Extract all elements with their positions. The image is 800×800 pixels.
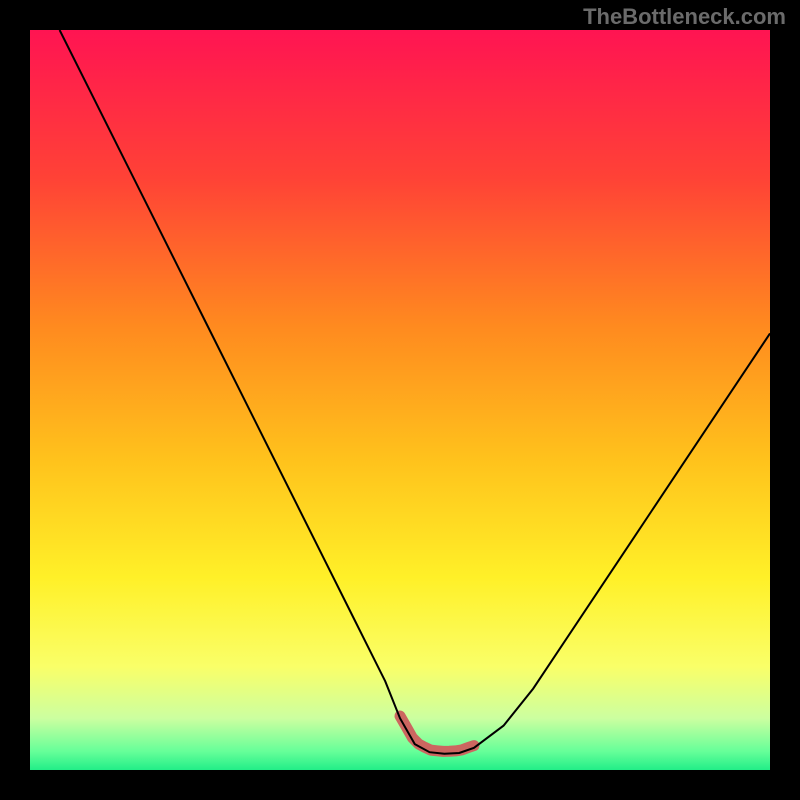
chart-container: TheBottleneck.com <box>0 0 800 800</box>
plot-area <box>30 30 770 770</box>
watermark-text: TheBottleneck.com <box>583 4 786 30</box>
gradient-background <box>30 30 770 770</box>
plot-svg <box>30 30 770 770</box>
